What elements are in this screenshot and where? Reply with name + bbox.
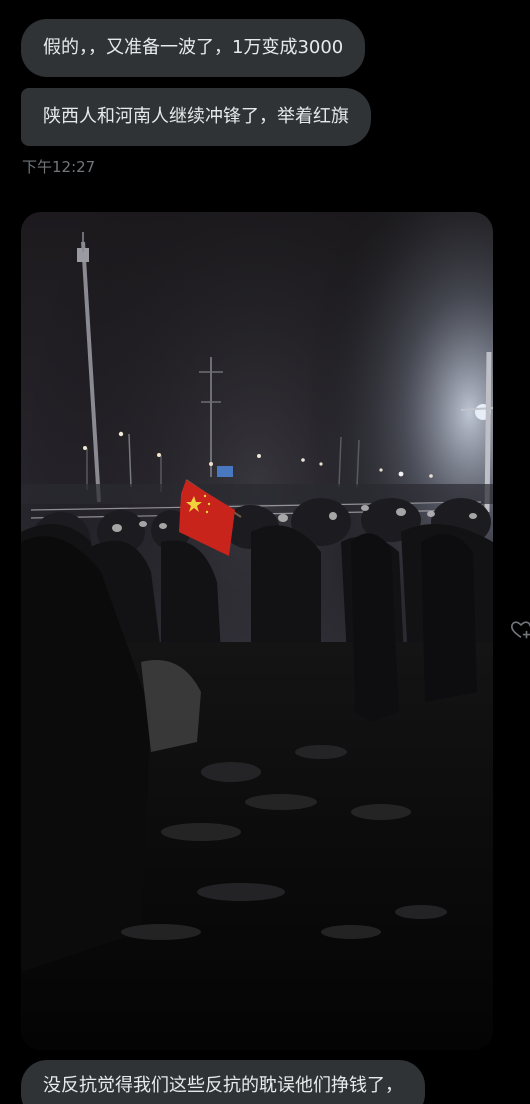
- message-text: 假的，，又准备一波了，1万变成3000: [43, 37, 344, 58]
- message-photo[interactable]: [21, 212, 493, 1050]
- heart-plus-icon[interactable]: [510, 619, 530, 641]
- dm-conversation: 假的，，又准备一波了，1万变成3000 陕西人和河南人继续冲锋了，举着红旗 下午…: [0, 0, 530, 1104]
- message-bubble[interactable]: 假的，，又准备一波了，1万变成3000: [21, 19, 366, 77]
- message-text: 没反抗觉得我们这些反抗的耽误他们挣钱了，: [43, 1075, 403, 1096]
- message-bubble[interactable]: 陕西人和河南人继续冲锋了，举着红旗: [21, 88, 371, 146]
- message-timestamp: 下午12:27: [22, 158, 96, 176]
- photo-content: [21, 212, 493, 1050]
- message-bubble[interactable]: 没反抗觉得我们这些反抗的耽误他们挣钱了，: [21, 1060, 425, 1104]
- message-text: 陕西人和河南人继续冲锋了，举着红旗: [43, 106, 349, 127]
